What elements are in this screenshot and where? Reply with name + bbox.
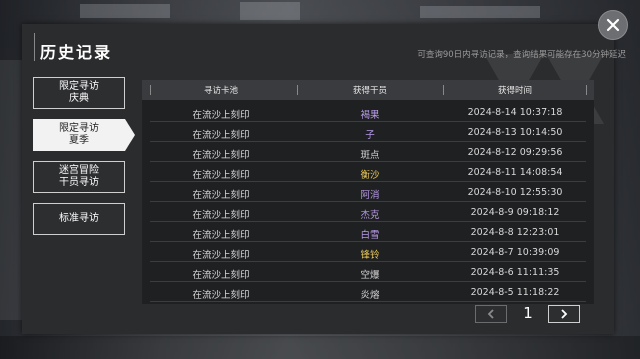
title-divider xyxy=(34,33,37,61)
table-row: 在流沙上刻印 子 2024-8-13 10:14:50 xyxy=(150,122,586,142)
chevron-left-icon xyxy=(487,309,494,319)
cell-time: 2024-8-14 10:37:18 xyxy=(467,107,563,118)
previous-page-button[interactable] xyxy=(475,305,507,323)
cell-time: 2024-8-11 14:08:54 xyxy=(467,167,563,178)
close-button[interactable] xyxy=(598,10,628,40)
table-row: 在流沙上刻印 褐果 2024-8-14 10:37:18 xyxy=(150,102,586,122)
header-operator: 获得干员 xyxy=(352,86,387,96)
cell-operator: 白雪 xyxy=(360,230,380,241)
history-table: 寻访卡池 获得干员 获得时间 在流沙上刻印 褐果 2024-8-14 10:37:1… xyxy=(142,80,594,304)
cell-operator: 子 xyxy=(365,130,375,141)
cell-operator: 褐果 xyxy=(360,110,380,121)
cell-pool: 在流沙上刻印 xyxy=(192,290,250,301)
cell-operator: 斑点 xyxy=(360,150,380,161)
current-page-number: 1 xyxy=(523,304,533,322)
header-time: 获得时间 xyxy=(497,86,532,96)
cell-time: 2024-8-6 11:11:35 xyxy=(470,267,560,278)
table-row: 在流沙上刻印 炎熔 2024-8-5 11:18:22 xyxy=(150,282,586,302)
tab-label-line1: 限定寻访 xyxy=(59,123,99,134)
cell-operator: 阿消 xyxy=(360,190,380,201)
header-separator xyxy=(586,85,587,95)
header-pool: 寻访卡池 xyxy=(203,86,238,96)
cell-pool: 在流沙上刻印 xyxy=(192,170,250,181)
tab-limited-celebration[interactable]: 限定寻访 庆典 xyxy=(33,77,125,109)
cell-time: 2024-8-5 11:18:22 xyxy=(470,287,560,298)
cell-time: 2024-8-12 09:29:56 xyxy=(467,147,563,158)
dialog-title: 历史记录 xyxy=(40,43,113,62)
table-row: 在流沙上刻印 衡沙 2024-8-11 14:08:54 xyxy=(150,162,586,182)
tab-label-line1: 限定寻访 xyxy=(59,81,99,92)
tab-label-line1: 迷宫冒险 xyxy=(59,165,99,176)
tab-maze-adventure[interactable]: 迷宫冒险 干员寻访 xyxy=(33,161,125,193)
table-row: 在流沙上刻印 斑点 2024-8-12 09:29:56 xyxy=(150,142,586,162)
tab-label-line2: 干员寻访 xyxy=(59,177,99,188)
cell-operator: 空爆 xyxy=(360,270,380,281)
cell-pool: 在流沙上刻印 xyxy=(192,110,250,121)
tab-label-line1: 标准寻访 xyxy=(59,213,99,224)
cell-pool: 在流沙上刻印 xyxy=(192,130,250,141)
table-header: 寻访卡池 获得干员 获得时间 xyxy=(142,80,594,100)
close-icon xyxy=(606,18,620,32)
cell-operator: 衡沙 xyxy=(360,170,380,181)
cell-operator: 锋铃 xyxy=(360,250,380,261)
tab-limited-summer[interactable]: 限定寻访 夏季 xyxy=(33,118,135,151)
cell-pool: 在流沙上刻印 xyxy=(192,210,250,221)
cell-time: 2024-8-9 09:18:12 xyxy=(470,207,560,218)
cell-time: 2024-8-7 10:39:09 xyxy=(470,247,560,258)
cell-pool: 在流沙上刻印 xyxy=(192,270,250,281)
tab-label-line2: 庆典 xyxy=(69,93,89,104)
cell-pool: 在流沙上刻印 xyxy=(192,250,250,261)
next-page-button[interactable] xyxy=(548,305,580,323)
cell-pool: 在流沙上刻印 xyxy=(192,150,250,161)
dialog-subtitle: 可查询90日内寻访记录，查询结果可能存在30分钟延迟 xyxy=(417,50,626,60)
cell-operator: 炎熔 xyxy=(360,290,380,301)
tab-label-line2: 夏季 xyxy=(69,135,89,146)
cell-pool: 在流沙上刻印 xyxy=(192,230,250,241)
chevron-right-icon xyxy=(561,309,568,319)
table-row: 在流沙上刻印 白雪 2024-8-8 12:23:01 xyxy=(150,222,586,242)
cell-time: 2024-8-10 12:55:30 xyxy=(467,187,563,198)
table-row: 在流沙上刻印 空爆 2024-8-6 11:11:35 xyxy=(150,262,586,282)
table-row: 在流沙上刻印 锋铃 2024-8-7 10:39:09 xyxy=(150,242,586,262)
tab-standard[interactable]: 标准寻访 xyxy=(33,203,125,235)
cell-pool: 在流沙上刻印 xyxy=(192,190,250,201)
cell-time: 2024-8-13 10:14:50 xyxy=(467,127,563,138)
table-row: 在流沙上刻印 阿消 2024-8-10 12:55:30 xyxy=(150,182,586,202)
cell-time: 2024-8-8 12:23:01 xyxy=(470,227,560,238)
table-row: 在流沙上刻印 杰克 2024-8-9 09:18:12 xyxy=(150,202,586,222)
cell-operator: 杰克 xyxy=(360,210,380,221)
